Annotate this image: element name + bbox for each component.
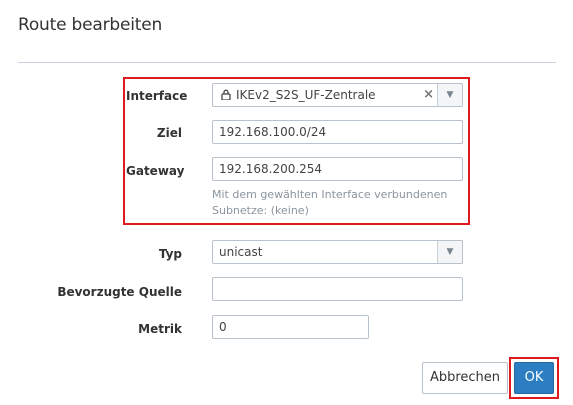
typ-value: unicast <box>219 245 263 259</box>
interface-value: IKEv2_S2S_UF-Zentrale <box>236 88 376 102</box>
dialog-title: Route bearbeiten <box>18 15 163 35</box>
interface-select[interactable]: IKEv2_S2S_UF-Zentrale × ▼ <box>212 83 463 107</box>
chevron-down-icon[interactable]: ▼ <box>437 84 462 106</box>
title-divider <box>18 62 556 63</box>
chevron-down-icon[interactable]: ▼ <box>437 241 462 263</box>
cancel-button[interactable]: Abbrechen <box>422 362 508 394</box>
typ-select[interactable]: unicast ▼ <box>212 240 463 264</box>
lock-icon <box>221 85 231 107</box>
clear-icon[interactable]: × <box>423 84 434 106</box>
gateway-input[interactable] <box>212 157 463 181</box>
bevorzugte-quelle-label: Bevorzugte Quelle <box>57 285 182 299</box>
gateway-hint-line2: Subnetze: (keine) <box>212 204 309 217</box>
gateway-label: Gateway <box>126 164 185 178</box>
ziel-label: Ziel <box>156 126 182 140</box>
interface-label: Interface <box>126 89 188 103</box>
ziel-input[interactable] <box>212 120 463 144</box>
metrik-input[interactable] <box>212 315 369 339</box>
gateway-hint: Mit dem gewählten Interface verbundenen … <box>212 187 462 219</box>
typ-label: Typ <box>158 247 182 261</box>
gateway-hint-line1: Mit dem gewählten Interface verbundenen <box>212 188 448 201</box>
bevorzugte-quelle-input[interactable] <box>212 277 463 301</box>
ok-button[interactable]: OK <box>514 362 554 394</box>
metrik-label: Metrik <box>138 322 182 336</box>
